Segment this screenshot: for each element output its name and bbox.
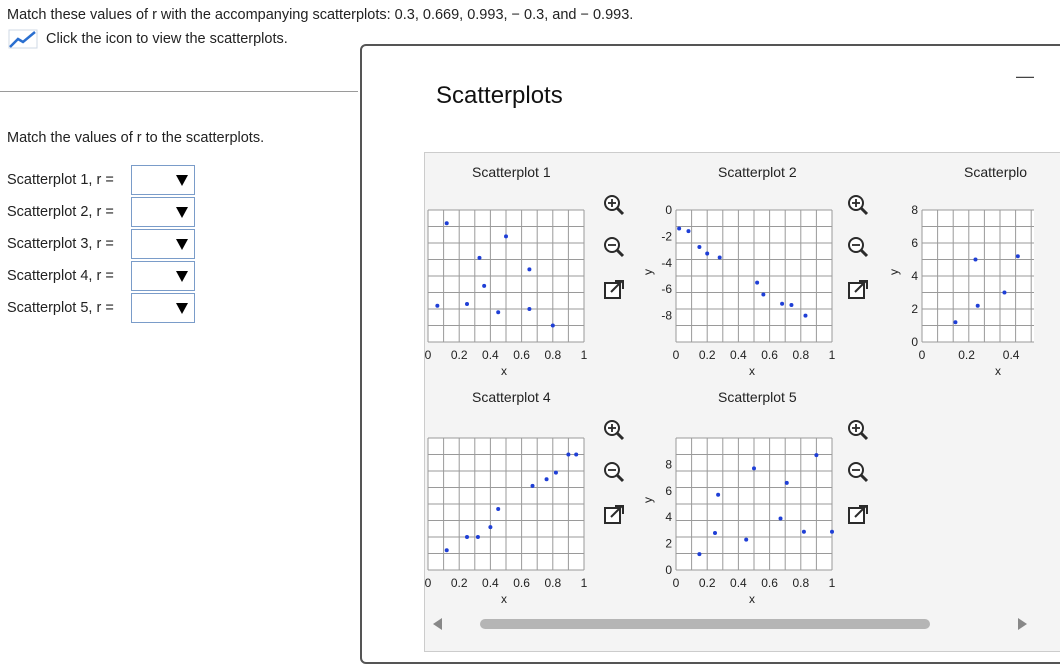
hint-text[interactable]: Click the icon to view the scatterplots. — [46, 31, 288, 47]
dropdown-arrow-icon[interactable] — [176, 303, 188, 314]
answer-dropdown-3[interactable] — [131, 229, 195, 259]
dropdown-arrow-icon[interactable] — [176, 239, 188, 250]
plot-title-2: Scatterplot 2 — [718, 164, 797, 180]
answer-label-3: Scatterplot 3, r = — [7, 236, 114, 252]
scroll-right-arrow-icon[interactable] — [1018, 618, 1027, 630]
answer-dropdown-2[interactable] — [131, 197, 195, 227]
minimize-icon[interactable]: — — [1016, 66, 1034, 87]
scroll-thumb[interactable] — [480, 619, 930, 629]
scatterplots-link[interactable]: Click the icon to view the scatterplots. — [8, 29, 288, 49]
question-text: Match these values of r with the accompa… — [7, 7, 634, 23]
answer-row-5: Scatterplot 5, r = — [7, 293, 195, 323]
answer-label-1: Scatterplot 1, r = — [7, 172, 114, 188]
answer-label-4: Scatterplot 4, r = — [7, 268, 114, 284]
dropdown-arrow-icon[interactable] — [176, 271, 188, 282]
plot-title-5: Scatterplot 5 — [718, 389, 797, 405]
dialog-title: Scatterplots — [436, 82, 563, 109]
instruction-text: Match the values of r to the scatterplot… — [7, 130, 265, 146]
horizontal-scrollbar[interactable] — [425, 617, 1035, 632]
answer-row-3: Scatterplot 3, r = — [7, 229, 195, 259]
answer-dropdown-1[interactable] — [131, 165, 195, 195]
chart-icon[interactable] — [8, 29, 38, 49]
plot-title-3: Scatterplo — [964, 164, 1028, 180]
plot-title-4: Scatterplot 4 — [472, 389, 551, 405]
plot-title-1: Scatterplot 1 — [472, 164, 551, 180]
divider — [0, 91, 358, 92]
answer-dropdown-5[interactable] — [131, 293, 195, 323]
answer-row-1: Scatterplot 1, r = — [7, 165, 195, 195]
dropdown-arrow-icon[interactable] — [176, 175, 188, 186]
answer-row-2: Scatterplot 2, r = — [7, 197, 195, 227]
answer-label-5: Scatterplot 5, r = — [7, 300, 114, 316]
answer-dropdown-4[interactable] — [131, 261, 195, 291]
scroll-left-arrow-icon[interactable] — [433, 618, 442, 630]
dropdown-arrow-icon[interactable] — [176, 207, 188, 218]
answer-row-4: Scatterplot 4, r = — [7, 261, 195, 291]
answer-label-2: Scatterplot 2, r = — [7, 204, 114, 220]
